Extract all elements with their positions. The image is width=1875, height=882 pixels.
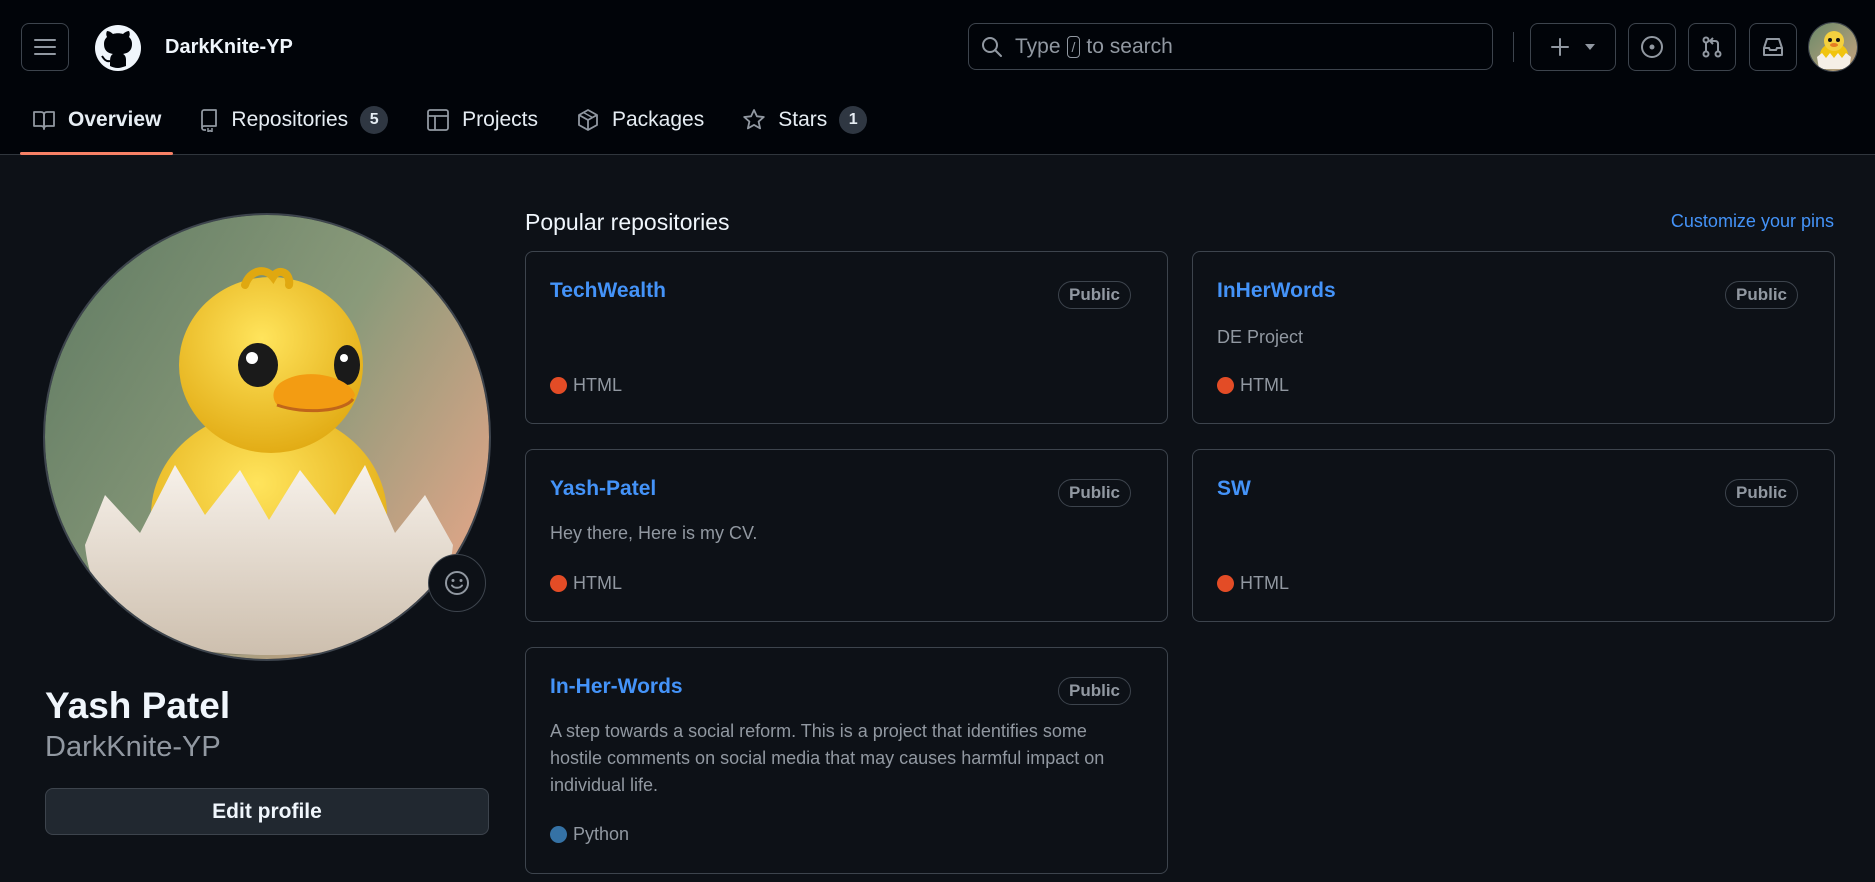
tab-label: Stars bbox=[778, 108, 828, 131]
tab-label: Projects bbox=[462, 108, 538, 131]
repo-card: InHerWords Public DE Project HTML bbox=[1192, 251, 1835, 424]
repositories-count-badge: 5 bbox=[360, 106, 389, 134]
table-icon bbox=[427, 109, 450, 131]
global-header: DarkKnite-YP Type / to search Overview R… bbox=[0, 0, 1875, 155]
set-status-button[interactable] bbox=[428, 554, 486, 612]
profile-full-name: Yash Patel bbox=[45, 685, 231, 726]
repo-name-link[interactable]: Yash-Patel bbox=[550, 477, 656, 501]
repo-language: HTML bbox=[1217, 375, 1289, 396]
search-suffix: to search bbox=[1086, 34, 1173, 58]
repo-language: Python bbox=[550, 824, 629, 845]
language-color-dot bbox=[550, 575, 567, 592]
inbox-button[interactable] bbox=[1749, 23, 1797, 71]
visibility-badge: Public bbox=[1724, 281, 1798, 309]
language-label: HTML bbox=[1240, 573, 1289, 593]
package-icon bbox=[578, 109, 598, 131]
language-label: HTML bbox=[1240, 375, 1289, 395]
repo-name-link[interactable]: In-Her-Words bbox=[550, 675, 683, 699]
duck-in-egg-avatar-icon bbox=[45, 215, 489, 659]
profile-avatar[interactable] bbox=[43, 213, 491, 661]
search-input[interactable]: Type / to search bbox=[968, 23, 1493, 70]
star-icon bbox=[743, 109, 765, 130]
repo-language: HTML bbox=[1217, 573, 1289, 594]
repo-card: Yash-Patel Public Hey there, Here is my … bbox=[525, 449, 1168, 622]
edit-profile-button[interactable]: Edit profile bbox=[45, 788, 489, 835]
inbox-icon bbox=[1763, 38, 1783, 56]
issue-opened-icon bbox=[1641, 36, 1663, 58]
menu-button[interactable] bbox=[21, 23, 69, 71]
repo-card: TechWealth Public HTML bbox=[525, 251, 1168, 424]
git-pull-request-icon bbox=[1702, 36, 1722, 58]
popular-repositories-title: Popular repositories bbox=[525, 209, 730, 235]
visibility-badge: Public bbox=[1057, 281, 1131, 309]
tab-stars[interactable]: Stars 1 bbox=[730, 96, 879, 144]
search-icon bbox=[982, 36, 1002, 57]
repo-description: DE Project bbox=[1217, 327, 1304, 347]
user-avatar[interactable] bbox=[1808, 22, 1858, 72]
visibility-badge: Public bbox=[1057, 479, 1131, 507]
profile-username: DarkKnite-YP bbox=[45, 731, 221, 763]
search-prefix: Type bbox=[1015, 34, 1061, 58]
visibility-badge: Public bbox=[1057, 677, 1131, 705]
repo-name-link[interactable]: SW bbox=[1217, 477, 1251, 501]
book-icon bbox=[33, 111, 55, 130]
language-color-dot bbox=[550, 377, 567, 394]
create-new-button[interactable] bbox=[1530, 23, 1616, 71]
plus-icon bbox=[1551, 38, 1569, 56]
header-divider bbox=[1513, 32, 1514, 62]
language-label: HTML bbox=[573, 375, 622, 395]
profile-tabs: Overview Repositories 5 Projects Package… bbox=[20, 96, 893, 155]
language-label: Python bbox=[573, 824, 630, 844]
smiley-icon bbox=[445, 571, 469, 595]
header-username[interactable]: DarkKnite-YP bbox=[165, 36, 293, 59]
search-shortcut-key: / bbox=[1066, 35, 1081, 58]
tab-label: Packages bbox=[612, 108, 705, 131]
tab-label: Overview bbox=[68, 108, 162, 131]
tab-label: Repositories bbox=[231, 108, 349, 131]
repo-language: HTML bbox=[550, 375, 622, 396]
language-color-dot bbox=[550, 826, 567, 843]
issues-button[interactable] bbox=[1628, 23, 1676, 71]
github-logo-icon[interactable] bbox=[94, 24, 142, 72]
repo-description: A step towards a social reform. This is … bbox=[550, 721, 1105, 795]
duck-avatar-icon bbox=[1809, 23, 1857, 71]
repo-description: Hey there, Here is my CV. bbox=[550, 523, 758, 543]
repo-language: HTML bbox=[550, 573, 622, 594]
tab-packages[interactable]: Packages bbox=[564, 96, 716, 144]
tab-overview[interactable]: Overview bbox=[20, 96, 174, 155]
hamburger-icon bbox=[34, 39, 56, 55]
customize-pins-link[interactable]: Customize your pins bbox=[1671, 211, 1834, 232]
tab-projects[interactable]: Projects bbox=[414, 96, 550, 144]
caret-down-icon bbox=[1585, 44, 1595, 50]
repo-icon bbox=[201, 109, 218, 132]
repo-name-link[interactable]: TechWealth bbox=[550, 279, 666, 303]
language-label: HTML bbox=[573, 573, 622, 593]
visibility-badge: Public bbox=[1724, 479, 1798, 507]
repo-name-link[interactable]: InHerWords bbox=[1217, 279, 1336, 303]
pull-requests-button[interactable] bbox=[1688, 23, 1736, 71]
tab-repositories[interactable]: Repositories 5 bbox=[187, 96, 400, 144]
language-color-dot bbox=[1217, 575, 1234, 592]
repo-card: SW Public HTML bbox=[1192, 449, 1835, 622]
repo-card: In-Her-Words Public A step towards a soc… bbox=[525, 647, 1168, 874]
language-color-dot bbox=[1217, 377, 1234, 394]
stars-count-badge: 1 bbox=[839, 106, 868, 134]
